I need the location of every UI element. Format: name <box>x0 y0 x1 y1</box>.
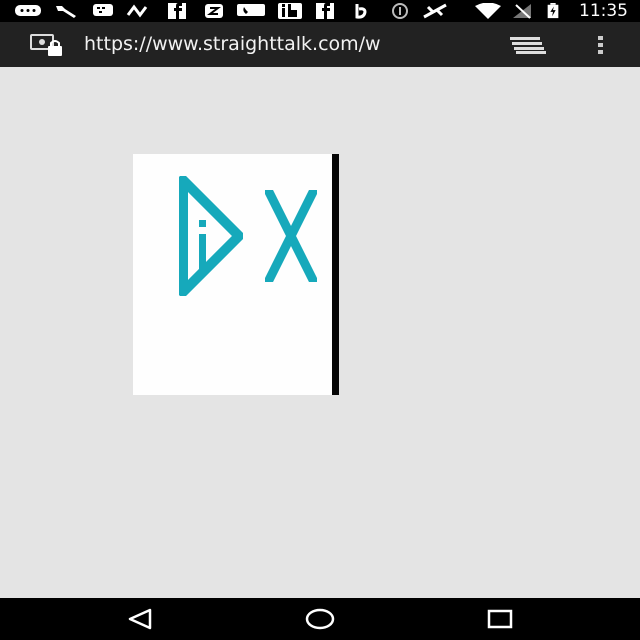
satellite-icon <box>423 3 447 19</box>
site-security-lock-icon[interactable] <box>30 34 72 58</box>
blackberry-messenger-icon <box>93 4 113 16</box>
close-icon[interactable] <box>265 190 317 282</box>
browser-toolbar: https://www.straighttalk.com/w <box>0 22 640 67</box>
tabs-stack-icon[interactable] <box>510 36 548 54</box>
overflow-menu-icon[interactable] <box>596 34 606 56</box>
status-time: 11:35 <box>579 1 628 21</box>
facebook-icon <box>168 3 186 19</box>
wrench-icon <box>56 6 76 18</box>
phone-message-icon <box>237 4 265 16</box>
url-field[interactable]: https://www.straighttalk.com/w <box>84 32 476 56</box>
android-nav-bar <box>0 598 640 640</box>
notification-2-icon <box>205 4 223 18</box>
back-icon[interactable] <box>126 608 154 630</box>
nfc-icon <box>392 3 408 19</box>
sound-wave-icon <box>126 4 148 18</box>
status-bar: 11:35 <box>0 0 640 22</box>
ad-banner[interactable] <box>133 154 339 395</box>
adchoices-icon[interactable] <box>179 176 243 296</box>
facebook-icon <box>316 3 334 19</box>
recents-icon[interactable] <box>486 608 514 630</box>
battery-charging-icon <box>547 3 559 19</box>
ad-frame-edge <box>332 154 339 395</box>
b-app-icon <box>355 4 367 19</box>
web-content <box>0 67 640 598</box>
no-signal-icon <box>513 4 531 19</box>
wifi-icon <box>475 3 501 19</box>
ib-icon <box>278 3 302 19</box>
chat-bubble-icon <box>15 5 41 16</box>
home-icon[interactable] <box>305 608 335 630</box>
